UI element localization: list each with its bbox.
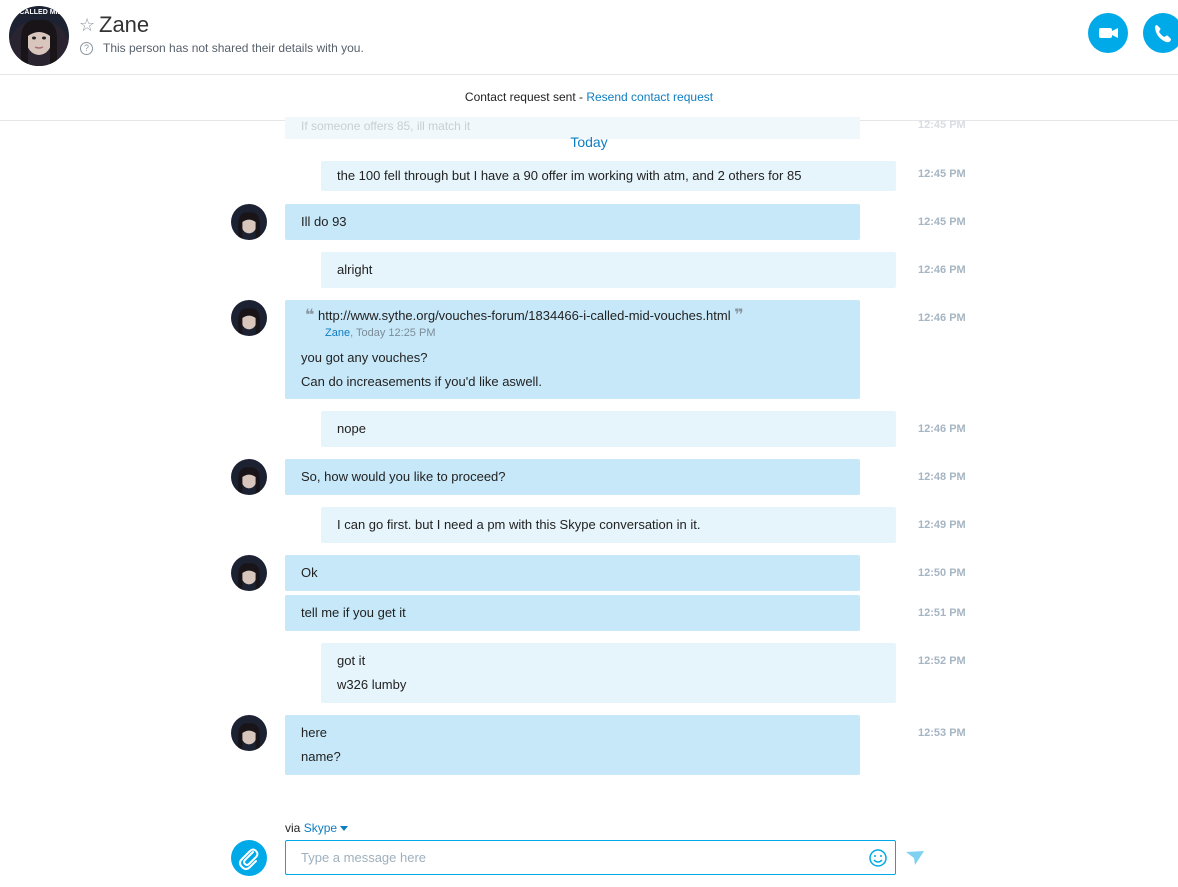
open-quote-icon: ❝	[305, 307, 315, 324]
info-icon: ?	[80, 42, 93, 55]
message-time: 12:48 PM	[918, 471, 966, 483]
message-time: 12:52 PM	[918, 655, 966, 667]
message-bubble-outgoing[interactable]: alright	[321, 252, 896, 288]
audio-call-button[interactable]	[1143, 13, 1178, 53]
banner-separator: -	[575, 90, 587, 104]
attach-button[interactable]	[231, 840, 267, 876]
message-bubble-incoming[interactable]: So, how would you like to proceed?	[285, 459, 860, 495]
smiley-icon	[869, 849, 887, 867]
message-bubble-outgoing[interactable]: got it w326 lumby	[321, 643, 896, 703]
message-time: 12:45 PM	[918, 168, 966, 180]
message-text: Ok	[301, 565, 318, 580]
resend-contact-request-link[interactable]: Resend contact request	[586, 90, 713, 104]
message-text: you got any vouches?	[301, 350, 428, 365]
message-text: tell me if you get it	[301, 605, 406, 620]
paperclip-icon	[239, 848, 259, 870]
emoji-button[interactable]	[868, 848, 888, 868]
message-text: Ill do 93	[301, 214, 347, 229]
quoted-message[interactable]: ❝ http://www.sythe.org/vouches-forum/183…	[301, 306, 844, 340]
message-bubble-incoming[interactable]: tell me if you get it	[285, 595, 860, 631]
caret-down-icon[interactable]	[340, 826, 349, 832]
message-bubble-incoming[interactable]: here name?	[285, 715, 860, 775]
contact-request-banner: Contact request sent - Resend contact re…	[0, 75, 1178, 121]
message-bubble-incoming[interactable]: Ill do 93	[285, 204, 860, 240]
sender-avatar[interactable]	[231, 204, 267, 240]
message-time: 12:51 PM	[918, 607, 966, 619]
contact-avatar[interactable]: I CALLED MID	[9, 6, 69, 66]
message-text: name?	[301, 749, 341, 764]
message-bubble-outgoing[interactable]: the 100 fell through but I have a 90 off…	[321, 161, 896, 191]
message-bubble-incoming[interactable]: Ok	[285, 555, 860, 591]
contact-name: Zane	[99, 12, 150, 37]
message-time: 12:49 PM	[918, 519, 966, 531]
sender-avatar[interactable]	[231, 300, 267, 336]
message-input[interactable]	[285, 840, 896, 875]
message-time: 12:46 PM	[918, 423, 966, 435]
contact-details-text: This person has not shared their details…	[103, 41, 364, 55]
message-bubble-outgoing[interactable]: nope	[321, 411, 896, 447]
message-text: here	[301, 725, 328, 740]
sender-avatar[interactable]	[231, 459, 267, 495]
send-icon	[906, 851, 924, 865]
request-status-text: Contact request sent	[464, 90, 576, 104]
message-time: 12:46 PM	[918, 312, 966, 324]
message-text: Can do increasements if you'd like aswel…	[301, 374, 542, 389]
close-quote-icon: ❞	[734, 307, 744, 324]
quote-author[interactable]: Zane	[325, 327, 350, 339]
message-text: the 100 fell through but I have a 90 off…	[337, 168, 802, 183]
previous-message-time: 12:45 PM	[918, 119, 966, 131]
message-text: alright	[337, 262, 373, 277]
message-time: 12:46 PM	[918, 264, 966, 276]
message-bubble-outgoing[interactable]: I can go first. but I need a pm with thi…	[321, 507, 896, 543]
message-bubble-incoming[interactable]: ❝ http://www.sythe.org/vouches-forum/183…	[285, 300, 860, 399]
message-time: 12:53 PM	[918, 727, 966, 739]
video-call-button[interactable]	[1088, 13, 1128, 53]
avatar-caption: I CALLED MID	[15, 9, 62, 16]
sender-avatar[interactable]	[231, 715, 267, 751]
message-text: I can go first. but I need a pm with thi…	[337, 517, 701, 532]
via-service-selector[interactable]: via Skype	[285, 821, 349, 835]
video-camera-icon	[1099, 28, 1118, 38]
day-divider: Today	[570, 134, 608, 150]
quote-link[interactable]: http://www.sythe.org/vouches-forum/18344…	[318, 308, 731, 323]
via-service-name[interactable]: Skype	[304, 821, 337, 835]
phone-icon	[1155, 25, 1171, 43]
conversation-header: I CALLED MID ☆ Zane ? This person has no…	[0, 0, 1178, 75]
via-label: via	[285, 821, 301, 835]
message-text: got it	[337, 653, 366, 668]
message-time: 12:45 PM	[918, 216, 966, 228]
send-button[interactable]	[905, 849, 925, 867]
message-text: w326 lumby	[337, 677, 407, 692]
quote-timestamp: , Today 12:25 PM	[350, 327, 436, 339]
message-text: nope	[337, 421, 366, 436]
message-text: So, how would you like to proceed?	[301, 469, 506, 484]
message-time: 12:50 PM	[918, 567, 966, 579]
sender-avatar[interactable]	[231, 555, 267, 591]
favorite-star-icon[interactable]: ☆	[79, 15, 95, 36]
